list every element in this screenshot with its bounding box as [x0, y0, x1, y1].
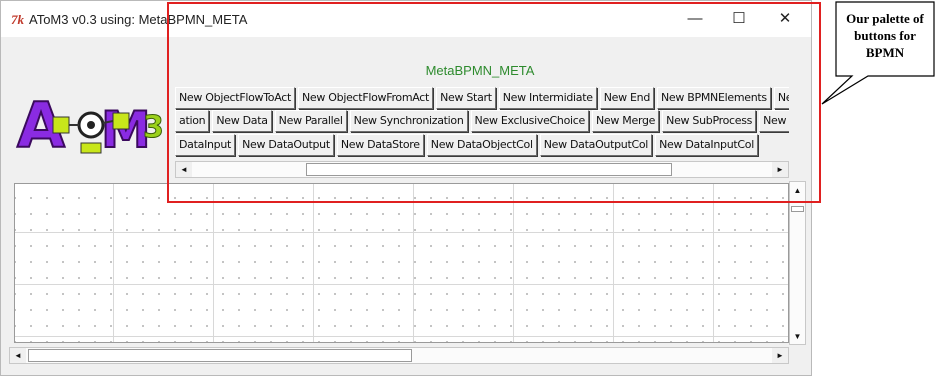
callout-text: Our palette of buttons for BPMN — [846, 11, 924, 60]
callout-bubble — [821, 1, 935, 105]
